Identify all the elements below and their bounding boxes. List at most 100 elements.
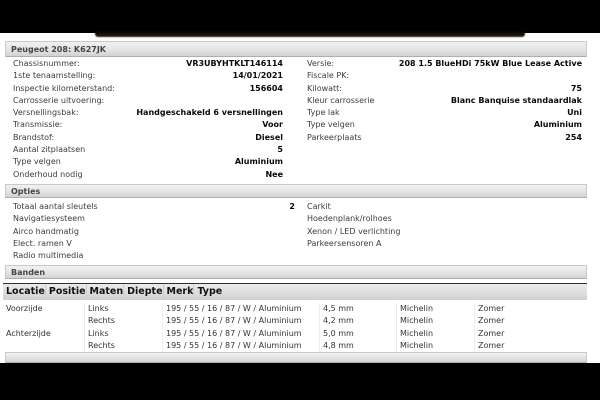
spec-row: Fiscale PK:	[307, 70, 582, 82]
spec-value: Diesel	[255, 132, 283, 142]
tyre-type: Zomer	[474, 340, 587, 353]
tyre-depth: 4,5 mm	[319, 303, 396, 316]
opties-section: Totaal aantal sleutels 2 Navigatiesystee…	[13, 201, 587, 262]
spec-label: Fiscale PK:	[307, 71, 350, 81]
spec-label: Transmissie:	[13, 120, 63, 130]
tyre-location	[3, 315, 84, 327]
spec-label: Type lak	[307, 108, 340, 118]
tyre-position: Links	[84, 303, 162, 316]
tyre-size: 195 / 55 / 16 / 87 / W / Aluminium	[162, 340, 319, 353]
opties-section-title: Opties	[11, 187, 41, 196]
spec-value: Nee	[265, 169, 283, 179]
bottom-black-band	[0, 363, 600, 400]
spec-label: Versnellingsbak:	[13, 108, 79, 118]
tyre-type: Zomer	[474, 303, 587, 316]
spec-row: Kleur carrosserie Blanc Banquise standaa…	[307, 95, 582, 107]
tyre-type: Zomer	[474, 327, 587, 341]
tyre-brand: Michelin	[396, 327, 474, 341]
tyre-brand: Michelin	[396, 315, 474, 328]
spec-row: Aantal zitplaatsen 5	[13, 144, 283, 156]
tyre-size: 195 / 55 / 16 / 87 / W / Aluminium	[162, 303, 319, 316]
spec-row: Versnellingsbak: Handgeschakeld 6 versne…	[13, 107, 283, 119]
tyre-position: Rechts	[84, 340, 162, 353]
spec-row: 1ste tenaamstelling: 14/01/2021	[13, 70, 283, 82]
spec-value: Aluminium	[234, 157, 283, 167]
option-row: Parkeersensoren A	[307, 238, 582, 250]
spec-row: Chassisnummer: VR3UBYHTKLT146114	[13, 58, 283, 70]
option-label: Parkeersensoren A	[307, 238, 382, 248]
spec-row: Inspectie kilometerstand: 156604	[13, 83, 283, 95]
opties-column-right: Carkit Hoedenplank/rolhoes Xenon / LED v…	[307, 201, 582, 262]
tyre-depth: 4,8 mm	[319, 340, 396, 353]
tyre-brand: Michelin	[396, 303, 474, 316]
tyre-table-header: Locatie Positie Maten Diepte Merk Type	[3, 283, 587, 300]
tyre-brand: Michelin	[396, 340, 474, 353]
spec-label: Type velgen	[307, 120, 355, 130]
opties-section-bar: Opties	[5, 184, 587, 198]
spec-label: Chassisnummer:	[13, 59, 80, 68]
option-label: Navigatiesysteem	[13, 214, 85, 224]
spec-label: Onderhoud nodig	[13, 169, 83, 179]
option-label: Elect. ramen V	[13, 238, 72, 248]
tyre-location: Achterzijde	[6, 328, 51, 338]
spec-row: Versie: 208 1.5 BlueHDi 75kW Blue Lease …	[307, 58, 582, 70]
bottom-section-bar	[5, 352, 587, 363]
option-row: Totaal aantal sleutels 2	[13, 201, 295, 213]
option-label: Hoedenplank/rolhoes	[307, 214, 392, 224]
banden-section-title: Banden	[11, 268, 46, 277]
tyre-row: Rechts 195 / 55 / 16 / 87 / W / Aluminiu…	[3, 340, 587, 353]
spec-value: 14/01/2021	[232, 71, 283, 81]
spec-column-left: Chassisnummer: VR3UBYHTKLT146114 1ste te…	[13, 58, 283, 181]
spec-value: 75	[570, 83, 582, 93]
spec-label: Kleur carrosserie	[307, 95, 375, 105]
tyre-column-header: Type	[193, 284, 222, 300]
tyre-type: Zomer	[474, 315, 587, 328]
spec-value: 254	[565, 132, 582, 142]
spec-label: Kilowatt:	[307, 83, 342, 93]
tyre-depth: 5,0 mm	[319, 327, 396, 341]
tyre-size: 195 / 55 / 16 / 87 / W / Aluminium	[162, 315, 319, 328]
option-row: Elect. ramen V	[13, 238, 295, 250]
option-row: Airco handmatig	[13, 226, 295, 238]
option-row: Navigatiesysteem	[13, 213, 295, 225]
option-label: Totaal aantal sleutels	[13, 202, 98, 211]
spec-label: Versie:	[307, 59, 335, 68]
spec-value: 208 1.5 BlueHDi 75kW Blue Lease Active	[398, 59, 582, 68]
option-row: Hoedenplank/rolhoes	[307, 213, 582, 225]
tyre-position: Links	[84, 327, 162, 341]
tyre-table: Locatie Positie Maten Diepte Merk Type V…	[3, 283, 587, 353]
spec-column-right: Versie: 208 1.5 BlueHDi 75kW Blue Lease …	[307, 58, 582, 181]
spec-label: Inspectie kilometerstand:	[13, 83, 115, 93]
option-value: 2	[289, 202, 295, 211]
tyre-location	[3, 340, 84, 352]
spec-row: Type lak Uni	[307, 107, 582, 119]
spec-row: Parkeerplaats 254	[307, 132, 582, 144]
option-row: Radio multimedia	[13, 250, 295, 262]
option-label: Xenon / LED verlichting	[307, 226, 401, 236]
spec-row: Onderhoud nodig Nee	[13, 169, 283, 181]
spec-row: Type velgen Aluminium	[307, 119, 582, 131]
spec-label: Brandstof:	[13, 132, 55, 142]
option-row: Carkit	[307, 201, 582, 213]
spec-label: Carrosserie uitvoering:	[13, 95, 105, 105]
spec-value: 156604	[249, 83, 283, 93]
spec-label: Type velgen	[13, 157, 61, 167]
tyre-column-header: Maten	[85, 284, 123, 300]
spec-label: Aantal zitplaatsen	[13, 145, 86, 155]
spec-value: Voor	[262, 120, 283, 130]
spec-label: Parkeerplaats	[307, 132, 362, 142]
spec-section: Chassisnummer: VR3UBYHTKLT146114 1ste te…	[13, 58, 587, 181]
spec-row: Carrosserie uitvoering:	[13, 95, 283, 107]
spec-row: Kilowatt: 75	[307, 83, 582, 95]
tyre-location: Voorzijde	[6, 304, 43, 313]
spec-value: Blanc Banquise standaardlak	[450, 95, 582, 105]
tyre-column-header: Diepte	[123, 284, 163, 300]
tyre-table-body: Voorzijde Links 195 / 55 / 16 / 87 / W /…	[3, 300, 587, 353]
tyre-row: Achterzijde Links 195 / 55 / 16 / 87 / W…	[3, 327, 587, 341]
option-label: Carkit	[307, 202, 331, 211]
spec-row: Brandstof: Diesel	[13, 132, 283, 144]
spec-value: Aluminium	[533, 120, 582, 130]
option-label: Radio multimedia	[13, 251, 84, 261]
tyre-column-header: Locatie	[6, 286, 45, 297]
option-row: Xenon / LED verlichting	[307, 226, 582, 238]
